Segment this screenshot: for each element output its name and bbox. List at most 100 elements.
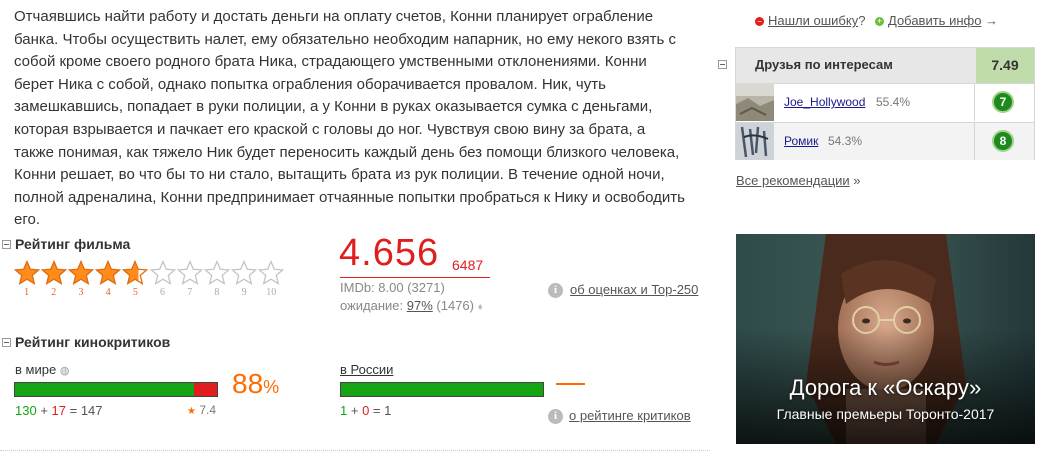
- friend-match-pct: 55.4%: [876, 95, 911, 109]
- wait-pct-link[interactable]: 97%: [407, 298, 433, 313]
- star-4[interactable]: 4: [95, 260, 122, 298]
- star-icon[interactable]: [13, 260, 40, 286]
- promo-title[interactable]: Дорога к «Оскару»: [736, 375, 1035, 401]
- critics-russia-total: = 1: [369, 403, 392, 418]
- friend-match-pct: 54.3%: [828, 134, 863, 148]
- all-recommendations-link[interactable]: Все рекомендации: [736, 173, 850, 188]
- ratings-top250-link[interactable]: об оценках и Top-250: [570, 282, 698, 297]
- critics-russia-positive: [341, 383, 543, 396]
- critics-rating-link[interactable]: о рейтинге критиков: [569, 408, 691, 423]
- critics-world-avg-value: 7.4: [199, 403, 216, 417]
- critics-russia-link[interactable]: в России: [340, 362, 393, 377]
- star-icon[interactable]: [149, 260, 176, 286]
- wait-rating: ожидание: 97% (1476) ♦: [340, 298, 483, 313]
- friend-rating-badge: 7: [992, 91, 1014, 113]
- collapse-toggle-critics[interactable]: [2, 338, 11, 347]
- friend-row[interactable]: Joe_Hollywood 55.4% 7: [736, 84, 1034, 121]
- critics-world-negative: [193, 383, 217, 396]
- film-rating-title: Рейтинг фильма: [15, 236, 131, 252]
- star-7[interactable]: 7: [176, 260, 203, 298]
- plus-sign: +: [347, 403, 363, 418]
- star-rating-widget[interactable]: 1 2 3 4 5 6 7 8 9 10: [13, 260, 285, 298]
- plus-icon: +: [875, 16, 884, 26]
- star-number: 10: [266, 287, 277, 298]
- friends-panel: Друзья по интересам 7.49 Joe_Hollywood 5…: [735, 47, 1035, 160]
- add-info: + Добавить инфо →: [875, 13, 998, 28]
- add-info-link[interactable]: Добавить инфо: [888, 13, 981, 28]
- report-question: ?: [858, 13, 866, 28]
- wait-count: (1476): [432, 298, 478, 313]
- star-2[interactable]: 2: [40, 260, 67, 298]
- friends-title: Друзья по интересам: [755, 57, 893, 72]
- avatar[interactable]: [736, 123, 774, 160]
- wait-label: ожидание:: [340, 298, 407, 313]
- critics-world-positive: [15, 383, 194, 396]
- friend-row[interactable]: Ромик 54.3% 8: [736, 122, 1034, 160]
- friend-name-link[interactable]: Joe_Hollywood: [784, 95, 865, 109]
- star-9[interactable]: 9: [231, 260, 258, 298]
- star-icon[interactable]: [122, 260, 149, 286]
- critics-world-total: = 147: [66, 403, 103, 418]
- star-number: 7: [187, 287, 193, 298]
- star-icon[interactable]: [203, 260, 230, 286]
- info-icon[interactable]: i: [548, 409, 563, 424]
- star-icon[interactable]: [67, 260, 94, 286]
- star-icon[interactable]: [95, 260, 122, 286]
- globe-icon: ◍: [59, 365, 70, 377]
- star-1[interactable]: 1: [13, 260, 40, 298]
- star-8[interactable]: 8: [203, 260, 230, 298]
- collapse-toggle-film-rating[interactable]: [2, 240, 11, 249]
- critics-russia-counts: 1 + 0 = 1: [340, 403, 391, 418]
- critics-rating-title: Рейтинг кинокритиков: [15, 334, 171, 350]
- imdb-rating: IMDb: 8.00 (3271): [340, 280, 445, 295]
- star-icon[interactable]: [176, 260, 203, 286]
- info-icon[interactable]: i: [548, 283, 563, 298]
- friends-score: 7.49: [976, 48, 1034, 83]
- friends-header: Друзья по интересам 7.49: [736, 48, 1034, 84]
- star-5[interactable]: 5: [122, 260, 149, 298]
- star-icon: ★: [187, 406, 196, 417]
- film-rating-value[interactable]: 4.656: [339, 232, 439, 275]
- star-number: 3: [78, 287, 84, 298]
- critics-world-bar: [14, 382, 218, 397]
- critics-world-negative-count: 17: [51, 403, 66, 418]
- star-number: 4: [105, 287, 111, 298]
- critics-world-average: ★ 7.4: [187, 403, 216, 417]
- film-rating-votes: 6487: [452, 257, 484, 273]
- star-3[interactable]: 3: [67, 260, 94, 298]
- star-10[interactable]: 10: [258, 260, 285, 298]
- report-error-link[interactable]: Нашли ошибку: [768, 13, 858, 28]
- star-number: 1: [24, 287, 30, 298]
- promo-subtitle[interactable]: Главные премьеры Торонто-2017: [736, 406, 1035, 422]
- wait-drop-icon: ♦: [477, 302, 483, 313]
- section-divider: [0, 450, 710, 451]
- critics-pct-sign: %: [263, 377, 280, 397]
- friend-name-link[interactable]: Ромик: [784, 134, 818, 148]
- star-icon[interactable]: [231, 260, 258, 286]
- collapse-toggle-friends[interactable]: [718, 60, 727, 69]
- avatar[interactable]: [736, 84, 774, 121]
- report-error: − Нашли ошибку?: [755, 13, 865, 28]
- film-description: Отчаявшись найти работу и достать деньги…: [14, 8, 685, 229]
- critics-world-counts: 130 + 17 = 147: [15, 403, 103, 418]
- promo-banner[interactable]: Дорога к «Оскару» Главные премьеры Торон…: [736, 234, 1035, 444]
- divider: [974, 84, 975, 121]
- star-icon[interactable]: [258, 260, 285, 286]
- critics-world-label: в мире ◍: [15, 362, 69, 377]
- double-arrow-icon: »: [849, 173, 861, 188]
- friend-rating-badge: 8: [992, 130, 1014, 152]
- star-number: 5: [132, 287, 138, 298]
- star-number: 2: [51, 287, 57, 298]
- all-recommendations[interactable]: Все рекомендации »: [736, 173, 861, 188]
- plus-sign: +: [36, 403, 52, 418]
- star-number: 9: [241, 287, 247, 298]
- critics-russia-bar: [340, 382, 544, 397]
- critics-world-pct-value: 88: [232, 368, 264, 399]
- star-icon[interactable]: [40, 260, 67, 286]
- rating-underline: [340, 277, 490, 278]
- star-6[interactable]: 6: [149, 260, 176, 298]
- star-number: 6: [160, 287, 166, 298]
- critics-world-percent: 88%: [232, 368, 279, 400]
- critics-russia-percent-dash: [556, 383, 585, 385]
- arrow-right-icon: →: [981, 13, 999, 28]
